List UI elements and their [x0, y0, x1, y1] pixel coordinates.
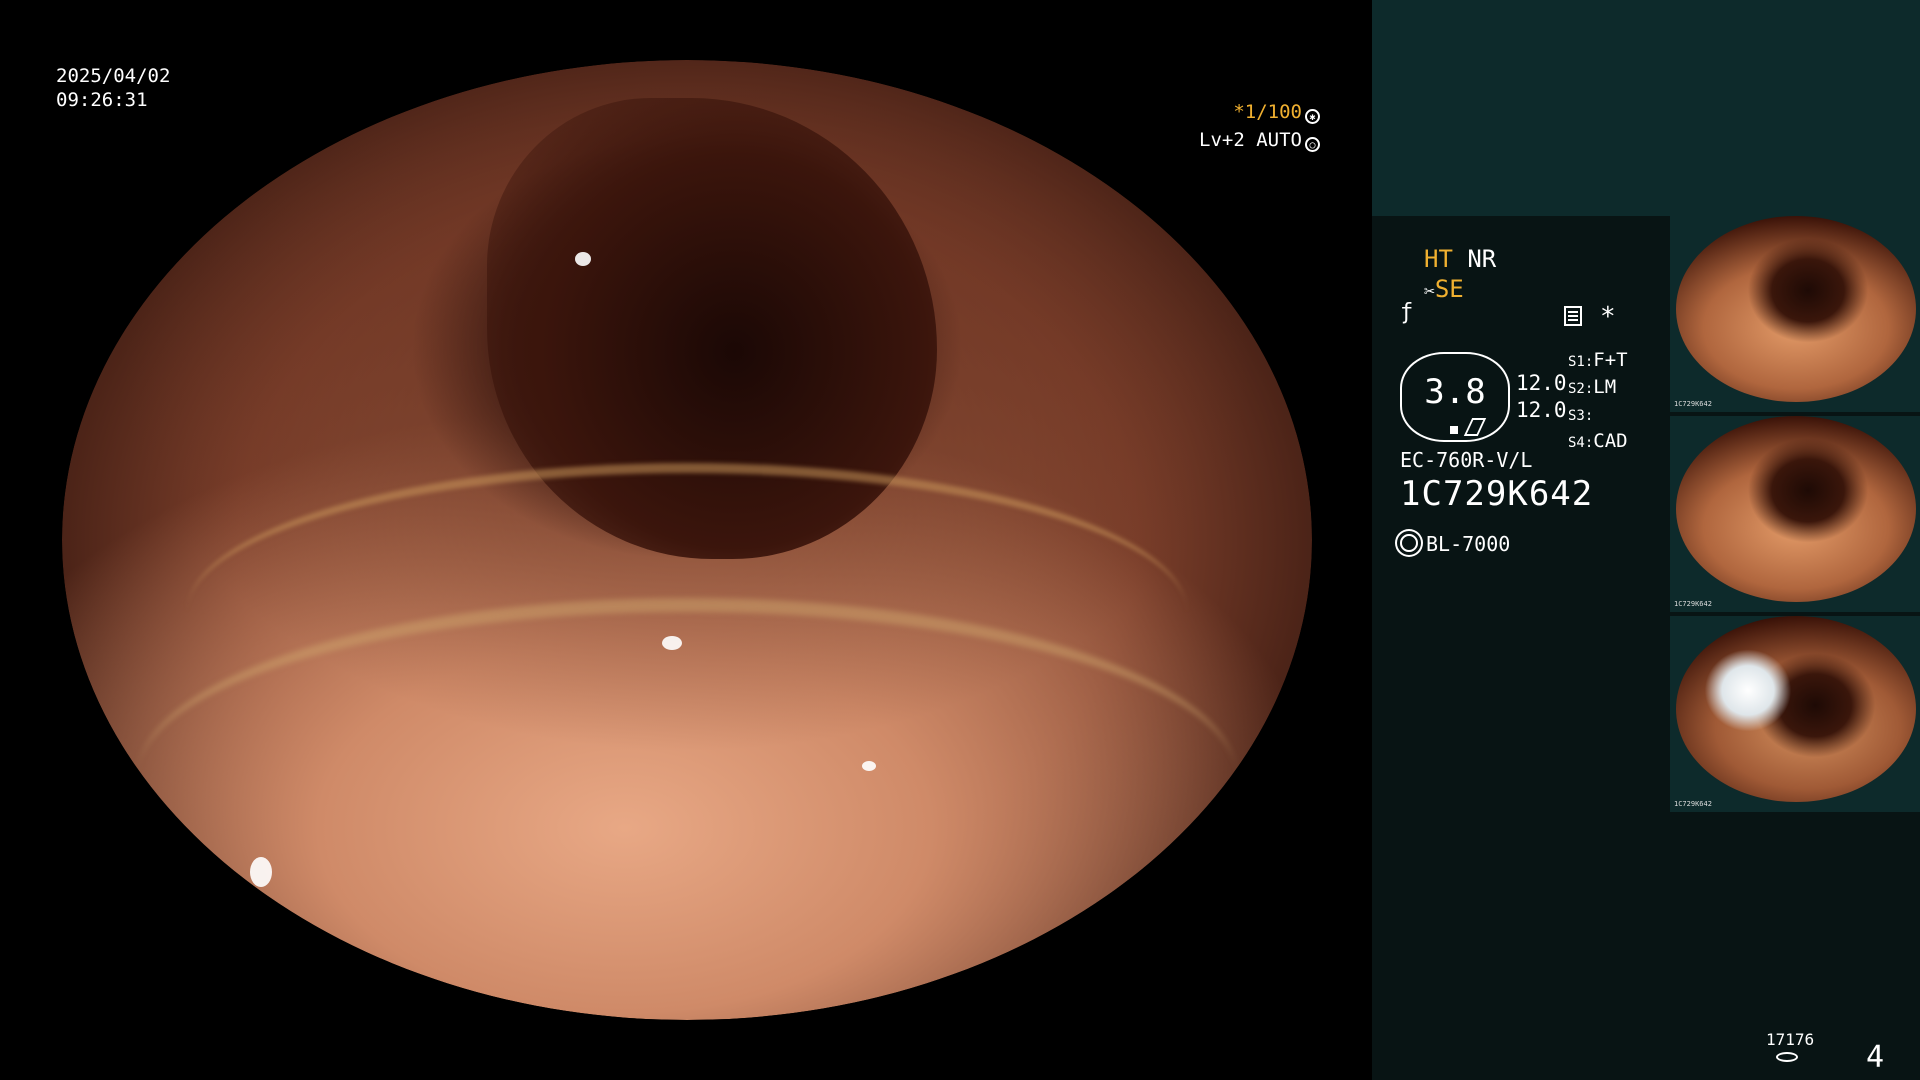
- specular-glare: [862, 760, 876, 771]
- value-1: 12.0: [1516, 371, 1567, 395]
- date-text: 2025/04/02: [56, 65, 171, 87]
- specular-glare: [249, 856, 272, 887]
- thumbnail-label: 1C729K642: [1674, 600, 1712, 608]
- specular-glare: [574, 252, 591, 266]
- scissors-icon: ✂: [1424, 281, 1435, 302]
- asterisk-icon: *: [1600, 302, 1616, 332]
- focus-tick-icon: [1463, 418, 1487, 436]
- switch-row: S2:LM: [1568, 376, 1617, 398]
- thumbnail-image: [1676, 616, 1916, 802]
- image-counter: 17176: [1766, 1030, 1815, 1049]
- slash-f-icon: ƒ: [1400, 300, 1414, 325]
- page-number: 4: [1866, 1040, 1885, 1075]
- level-row: Lv+2 AUTO ○: [1199, 126, 1320, 154]
- shutter-icon: ✱: [1305, 109, 1320, 124]
- value-list: 12.0 12.0: [1516, 370, 1567, 424]
- endoscope-view: 2025/04/02 09:26:31 *1/100 ✱ Lv+2 AUTO ○: [0, 0, 1372, 1080]
- thumbnail[interactable]: 1C729K642: [1670, 616, 1920, 812]
- focus-value: 3.8: [1424, 372, 1486, 412]
- nr-indicator: NR: [1467, 245, 1497, 273]
- switch-row: S1:F+T: [1568, 349, 1628, 371]
- thumbnail-image: [1676, 416, 1916, 602]
- thumbnail-label: 1C729K642: [1674, 400, 1712, 408]
- focus-marker-icon: [1450, 426, 1458, 434]
- camera-status: *1/100 ✱ Lv+2 AUTO ○: [1199, 98, 1320, 154]
- panel-header: [1372, 0, 1920, 216]
- focus-indicator: 3.8: [1400, 352, 1510, 442]
- mode-indicators: HT NR ✂SE: [1424, 244, 1496, 307]
- datetime: 2025/04/02 09:26:31: [56, 64, 170, 112]
- info-panel: HT NR ✂SE ƒ * 3.8 12.0 12.0 S1:F+T S2:LM…: [1372, 0, 1920, 1080]
- ht-indicator: HT: [1424, 245, 1453, 273]
- level-text: Lv+2 AUTO: [1199, 129, 1302, 151]
- switch-row: S3:: [1568, 408, 1594, 424]
- scope-serial: 1C729K642: [1400, 474, 1594, 514]
- mucosal-fold: [137, 597, 1237, 958]
- shutter-text: *1/100: [1233, 101, 1302, 123]
- storage-icon: [1776, 1052, 1798, 1062]
- iris-icon: ○: [1305, 137, 1320, 152]
- switch-assignments: S1:F+T S2:LM S3: S4:CAD: [1568, 348, 1628, 456]
- thumbnail-image: [1676, 216, 1916, 402]
- switch-row: S4:CAD: [1568, 430, 1628, 452]
- scope-model: EC-760R-V/L: [1400, 448, 1533, 472]
- thumbnail[interactable]: 1C729K642: [1670, 416, 1920, 612]
- light-source: BL-7000: [1400, 532, 1510, 556]
- light-icon: [1400, 534, 1418, 552]
- time-text: 09:26:31: [56, 89, 148, 111]
- settings-icon: [1564, 306, 1582, 326]
- lamp-text: BL-7000: [1426, 532, 1511, 556]
- endoscopic-image: [62, 60, 1312, 1020]
- thumbnail[interactable]: 1C729K642: [1670, 216, 1920, 412]
- thumbnail-label: 1C729K642: [1674, 800, 1712, 808]
- se-indicator: SE: [1434, 275, 1464, 303]
- value-2: 12.0: [1516, 398, 1567, 422]
- specular-glare: [662, 636, 682, 650]
- shutter-row: *1/100 ✱: [1199, 98, 1320, 126]
